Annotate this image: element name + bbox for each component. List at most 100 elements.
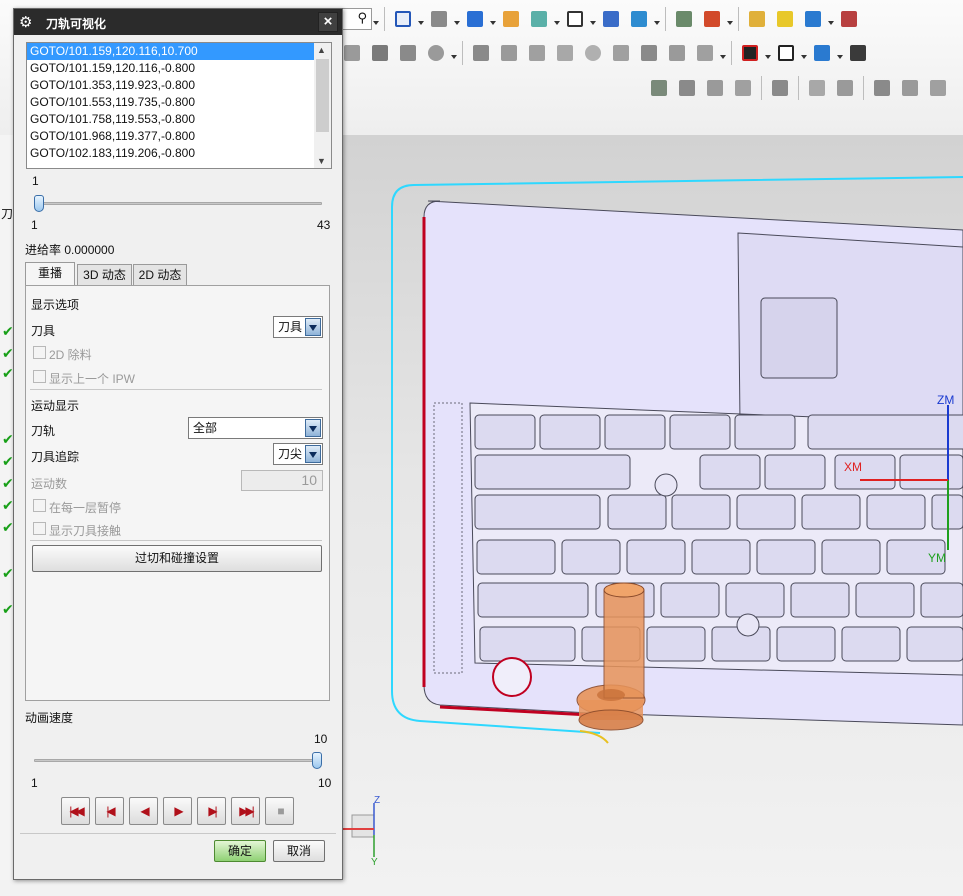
animation-speed-track[interactable] [34,759,322,762]
folder-layer-icon[interactable] [499,7,523,31]
chevron-down-icon[interactable] [305,318,321,336]
navigator-tab-label[interactable]: 刀 [1,205,13,222]
dialog-titlebar[interactable]: ⚙ 刀轨可视化 × [14,9,342,35]
render-style-icon[interactable] [427,7,451,31]
chevron-down-icon[interactable] [305,419,321,437]
cancel-button[interactable]: 取消 [273,840,325,862]
listbox-scrollbar[interactable]: ▲ ▼ [314,43,331,168]
wcs-orient-icon[interactable] [599,7,623,31]
measure-icon[interactable] [837,7,861,31]
hatch-icon[interactable] [525,41,549,65]
generate-path-icon[interactable] [801,7,825,31]
shop-document-icon[interactable] [396,41,420,65]
material-icon[interactable] [703,76,727,100]
fit-view-icon[interactable] [391,7,415,31]
wcs-dropdown[interactable] [653,7,661,31]
gear-icon[interactable]: ⚙ [19,13,32,31]
position-slider-track[interactable] [34,202,322,205]
wcs-dynamic-icon[interactable] [627,7,651,31]
spline-icon[interactable] [609,41,633,65]
stop-button[interactable]: ■ [265,797,294,825]
goto-listbox[interactable]: GOTO/101.159,120.116,10.700 GOTO/101.159,… [26,42,332,169]
close-button[interactable]: × [318,12,338,32]
play-reverse-button[interactable]: ◀ [129,797,158,825]
goto-list-item[interactable]: GOTO/101.968,119.377,-0.800 [27,128,315,145]
goto-list-item[interactable]: GOTO/101.553,119.735,-0.800 [27,94,315,111]
tool-trace-select[interactable]: 刀尖 [273,443,323,465]
gouge-collision-settings-button[interactable]: 过切和碰撞设置 [32,545,322,572]
table-icon[interactable] [731,76,755,100]
scroll-down-icon[interactable]: ▼ [317,156,326,166]
tab-replay[interactable]: 重播 [25,262,75,285]
generate-path-dropdown[interactable] [827,7,835,31]
flag-icon[interactable] [768,76,792,100]
checkbox-show-tool-contact[interactable] [33,522,46,535]
animation-speed-thumb[interactable] [312,752,322,769]
offset-icon[interactable] [693,41,717,65]
step-forward-button[interactable]: ▶| [197,797,226,825]
background-color-icon[interactable] [563,7,587,31]
operation-navigator-icon[interactable] [672,7,696,31]
grid-icon[interactable] [553,41,577,65]
accept-check-icon[interactable] [647,76,671,100]
goto-list-item[interactable]: GOTO/101.353,119.923,-0.800 [27,77,315,94]
point-snap-icon[interactable] [700,7,724,31]
fast-forward-button[interactable]: ▶▶| [231,797,260,825]
step-back-button[interactable]: |◀ [95,797,124,825]
replay-path-icon[interactable] [738,41,762,65]
simulate-path-icon[interactable] [810,41,834,65]
ok-button[interactable]: 确定 [214,840,266,862]
shaded-cube-dropdown[interactable] [489,7,497,31]
copy-icon[interactable] [637,41,661,65]
tool-display-select[interactable]: 刀具 [273,316,323,338]
section-view-icon[interactable] [527,7,551,31]
goto-list-item[interactable]: GOTO/102.183,119.206,-0.800 [27,145,315,162]
scrollbar-thumb[interactable] [316,59,329,132]
post-process-icon[interactable] [846,41,870,65]
clock-icon[interactable] [424,41,448,65]
position-slider-thumb[interactable] [34,195,44,212]
motion-count-field[interactable]: 10 [241,470,323,491]
search-dropdown-arrow[interactable] [372,7,380,31]
fit-view-dropdown[interactable] [417,7,425,31]
shaded-cube-icon[interactable] [463,7,487,31]
render-style-dropdown[interactable] [453,7,461,31]
section-view-dropdown[interactable] [553,7,561,31]
edit-pencil-icon[interactable] [745,7,769,31]
mirror-icon[interactable] [665,41,689,65]
yellow-tools-icon[interactable] [773,7,797,31]
tab-3d-dynamic[interactable]: 3D 动态 [77,264,132,285]
offset-dropdown[interactable] [719,41,727,65]
replay-dropdown[interactable] [764,41,772,65]
goto-list-item[interactable]: GOTO/101.758,119.553,-0.800 [27,111,315,128]
toolpath-display-select[interactable]: 全部 [188,417,323,439]
library-icon[interactable] [926,76,950,100]
circle-point-icon[interactable] [581,41,605,65]
point-snap-dropdown[interactable] [726,7,734,31]
simulate-dropdown[interactable] [836,41,844,65]
list-tools-icon[interactable] [870,76,894,100]
export-icon[interactable] [898,76,922,100]
scroll-up-icon[interactable]: ▲ [317,45,326,55]
rewind-to-start-button[interactable]: |◀◀ [61,797,90,825]
keyboard-key [821,539,881,575]
checkbox-prev-ipw[interactable] [33,370,46,383]
goto-list-item[interactable]: GOTO/101.159,120.116,10.700 [27,43,315,60]
move-object-icon[interactable] [368,41,392,65]
curve-icon[interactable] [497,41,521,65]
clock-dropdown[interactable] [450,41,458,65]
comment-icon[interactable] [805,76,829,100]
chevron-down-icon[interactable] [305,445,321,463]
verify-path-icon[interactable] [774,41,798,65]
goto-list-item[interactable]: GOTO/101.159,120.116,-0.800 [27,60,315,77]
checkbox-2d-material[interactable] [33,346,46,359]
create-operation-icon[interactable] [340,41,364,65]
tab-2d-dynamic[interactable]: 2D 动态 [133,264,187,285]
assign-icon[interactable] [675,76,699,100]
report-icon[interactable] [833,76,857,100]
background-color-dropdown[interactable] [589,7,597,31]
play-button[interactable]: ▶ [163,797,192,825]
checkbox-pause-each-layer[interactable] [33,499,46,512]
tool-path-edit-icon[interactable] [469,41,493,65]
verify-dropdown[interactable] [800,41,808,65]
